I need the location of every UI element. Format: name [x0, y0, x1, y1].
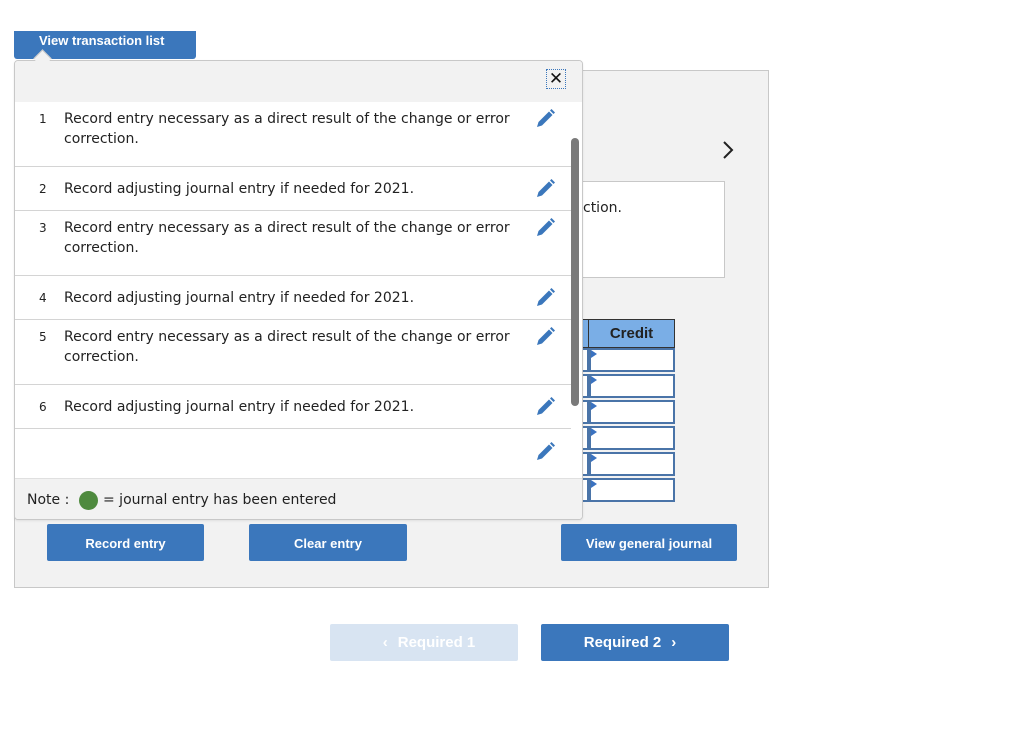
required-1-label: Required 1 — [397, 634, 476, 651]
transaction-description: Record entry necessary as a direct resul… — [64, 111, 510, 147]
credit-input-cell[interactable] — [589, 374, 675, 398]
required-2-button[interactable]: Required 2 › — [541, 624, 729, 661]
cell-marker-icon — [591, 350, 597, 358]
cell-marker-icon — [591, 480, 597, 488]
transaction-number: 3 — [39, 221, 47, 235]
cell-marker-icon — [591, 402, 597, 410]
transaction-description: Record adjusting journal entry if needed… — [64, 181, 415, 197]
transaction-description: Record adjusting journal entry if needed… — [64, 399, 415, 415]
note-label: Note : — [27, 492, 70, 508]
note-bar: Note : = journal entry has been entered — [15, 478, 582, 519]
record-entry-button[interactable]: Record entry — [47, 524, 204, 561]
scrollbar[interactable] — [571, 138, 579, 406]
transaction-list-item[interactable]: 3 Record entry necessary as a direct resu… — [15, 211, 571, 276]
transaction-list-popover: ✕ 1 Record entry necessary as a direct re… — [14, 60, 583, 520]
edit-pencil-icon[interactable] — [534, 287, 556, 309]
transaction-number: 1 — [39, 112, 47, 126]
transaction-list-item[interactable]: 1 Record entry necessary as a direct resu… — [15, 102, 571, 167]
transaction-number: 2 — [39, 182, 47, 196]
transaction-description-text: ction. — [583, 200, 622, 216]
clear-entry-button[interactable]: Clear entry — [249, 524, 407, 561]
transaction-number: 6 — [39, 400, 47, 414]
credit-input-cell[interactable] — [589, 478, 675, 502]
required-2-label: Required 2 — [583, 634, 662, 651]
edit-pencil-icon[interactable] — [534, 217, 556, 239]
transaction-number: 4 — [39, 291, 47, 305]
required-1-button[interactable]: ‹ Required 1 — [330, 624, 518, 661]
cell-marker-icon — [591, 454, 597, 462]
transaction-description: Record adjusting journal entry if needed… — [64, 290, 415, 306]
view-general-journal-button[interactable]: View general journal — [561, 524, 737, 561]
credit-input-cell[interactable] — [589, 426, 675, 450]
edit-pencil-icon[interactable] — [534, 178, 556, 200]
transaction-list-item-partial[interactable] — [15, 429, 571, 469]
edit-pencil-icon[interactable] — [534, 326, 556, 348]
chevron-left-icon: ‹ — [382, 634, 388, 651]
credit-input-cell[interactable] — [589, 348, 675, 372]
transaction-description-box: ction. — [560, 181, 725, 278]
credit-column-header: Credit — [588, 319, 675, 348]
transaction-number: 5 — [39, 330, 47, 344]
edit-pencil-icon[interactable] — [534, 396, 556, 418]
transaction-description: Record entry necessary as a direct resul… — [64, 329, 510, 365]
transaction-list-item[interactable]: 5 Record entry necessary as a direct resu… — [15, 320, 571, 385]
cell-marker-icon — [591, 428, 597, 436]
credit-input-cell[interactable] — [589, 400, 675, 424]
transaction-description: Record entry necessary as a direct resul… — [64, 220, 510, 256]
edit-pencil-icon[interactable] — [534, 108, 556, 130]
cell-marker-icon — [591, 376, 597, 384]
chevron-right-icon: › — [671, 634, 677, 651]
entered-status-dot-icon — [79, 491, 98, 510]
credit-input-cell[interactable] — [589, 452, 675, 476]
next-transaction-arrow[interactable] — [716, 138, 740, 166]
transaction-list-item[interactable]: 2 Record adjusting journal entry if neede… — [15, 167, 571, 211]
close-icon[interactable]: ✕ — [546, 69, 566, 89]
transaction-list-item[interactable]: 4 Record adjusting journal entry if neede… — [15, 276, 571, 320]
transaction-list-item[interactable]: 6 Record adjusting journal entry if neede… — [15, 385, 571, 429]
chevron-right-icon — [723, 141, 734, 159]
popover-header: ✕ — [15, 61, 582, 102]
transaction-list: 1 Record entry necessary as a direct resu… — [15, 102, 571, 478]
edit-pencil-icon[interactable] — [534, 441, 556, 463]
note-text: = journal entry has been entered — [103, 492, 337, 508]
